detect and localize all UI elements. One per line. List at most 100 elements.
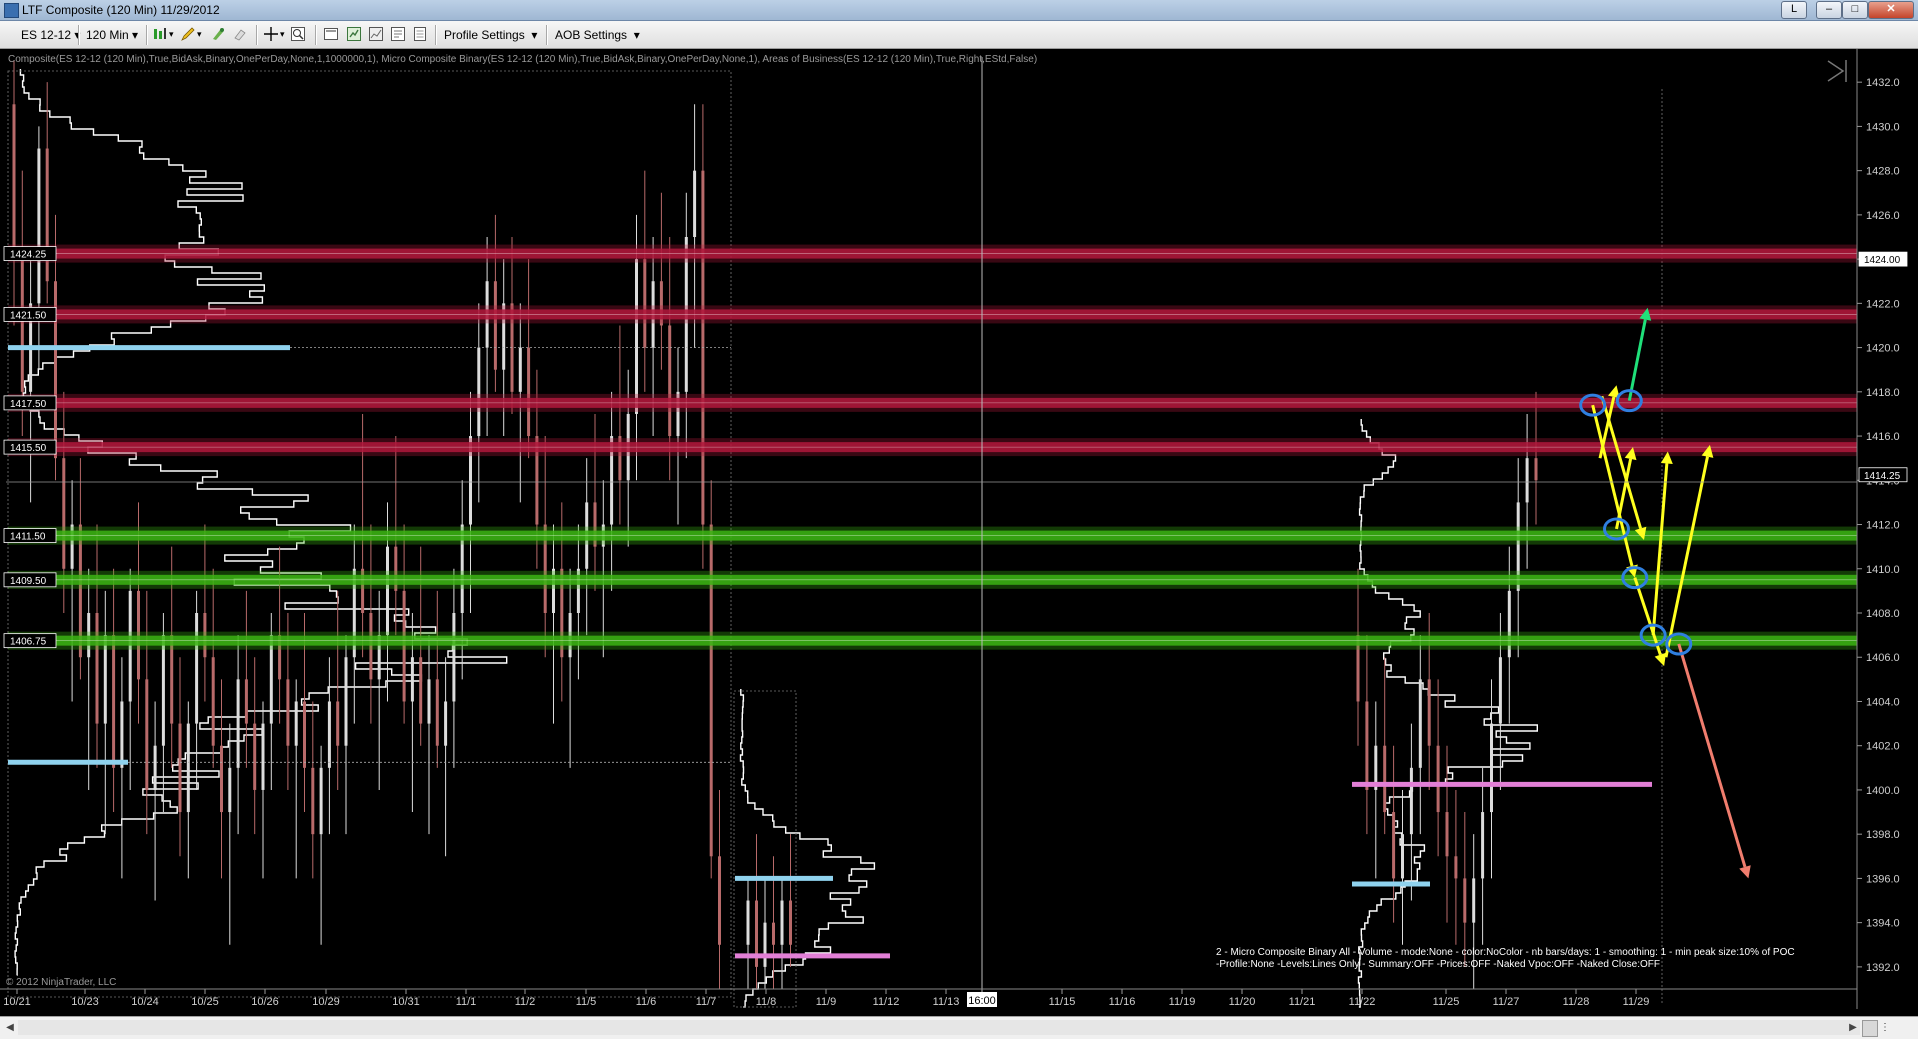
candle-body — [228, 767, 232, 813]
chevron-down-icon[interactable]: ▾ — [280, 25, 285, 44]
price-tick-label: 1418.0 — [1866, 387, 1900, 399]
profile-settings-menu[interactable]: Profile Settings ▾ — [443, 25, 538, 46]
time-tick-label: 10/24 — [131, 996, 159, 1008]
candle-body — [493, 281, 497, 370]
time-tick-label: 10/21 — [3, 996, 31, 1008]
candle-body — [344, 657, 348, 746]
candle-body — [178, 723, 182, 813]
zoom-icon[interactable] — [290, 26, 306, 42]
title-bar: LTF Composite (120 Min) 11/29/2012 L – □… — [0, 0, 1918, 21]
candle-body — [1490, 723, 1493, 813]
notes-icon[interactable] — [412, 26, 428, 42]
price-axis[interactable] — [1857, 49, 1918, 1015]
candle-body — [477, 347, 481, 437]
candle-body — [120, 701, 124, 768]
scrollbar-track[interactable] — [18, 1020, 1860, 1035]
candle-body — [772, 922, 775, 945]
candle-body — [643, 259, 647, 348]
marker-icon[interactable] — [210, 26, 226, 42]
candle-body — [780, 900, 784, 945]
price-tick-label: 1406.0 — [1866, 652, 1900, 664]
indicator-header: Composite(ES 12-12 (120 Min),True,BidAsk… — [8, 54, 1037, 65]
toolbar: ES 12-12 ▾ 120 Min ▾ ▾ ▾ ▾ Profile Setti… — [0, 21, 1918, 49]
maximize-button[interactable]: □ — [1842, 1, 1868, 19]
candle-body — [261, 723, 265, 790]
time-tick-label: 10/26 — [251, 996, 279, 1008]
draw-pencil-icon[interactable] — [180, 26, 196, 42]
candle-body — [244, 679, 248, 724]
candle-body — [319, 767, 323, 835]
price-tick-label: 1408.0 — [1866, 608, 1900, 620]
instrument-selector[interactable]: ES 12-12 ▾ — [20, 25, 81, 46]
candle-body — [410, 657, 414, 702]
crosshair-price-label: 1414.25 — [1864, 471, 1901, 482]
candle-body — [112, 635, 116, 768]
interval-label: 120 Min — [86, 28, 129, 42]
price-tick-label: 1394.0 — [1866, 918, 1900, 930]
candle-body — [746, 900, 750, 945]
time-tick-label: 10/29 — [312, 996, 340, 1008]
candle-body — [303, 701, 306, 768]
price-chart[interactable]: 1424.25 1421.50 1417.50 1415.50 1411.50 1409.… — [0, 49, 1918, 1015]
scrollbar-thumb[interactable] — [1862, 1020, 1878, 1037]
toolbar-separator — [146, 25, 148, 45]
horizontal-scrollbar[interactable]: ◀ ▶ ⋮ — [0, 1016, 1918, 1039]
price-tick-label: 1398.0 — [1866, 829, 1900, 841]
candle-body — [419, 657, 423, 724]
candle-body — [718, 856, 721, 945]
layout-button[interactable]: L — [1781, 1, 1807, 19]
time-tick-label: 11/20 — [1229, 996, 1256, 1008]
candle-body — [161, 635, 165, 746]
level-label: 1421.50 — [10, 310, 47, 321]
candle-body — [95, 613, 99, 724]
time-tick-label: 10/31 — [392, 996, 420, 1008]
last-price-label: 1424.00 — [1864, 255, 1901, 266]
price-tick-label: 1432.0 — [1866, 77, 1900, 89]
candle-body — [1472, 878, 1476, 923]
aob-settings-menu[interactable]: AOB Settings ▾ — [554, 25, 641, 46]
candle-body — [1445, 812, 1449, 857]
time-tick-label: 11/15 — [1049, 996, 1076, 1008]
close-button[interactable]: ✕ — [1868, 1, 1914, 19]
resize-grip-icon[interactable]: ⋮ — [1878, 1020, 1892, 1035]
chart-properties-icon[interactable] — [346, 26, 362, 42]
minimize-button[interactable]: – — [1816, 1, 1842, 19]
template-icon[interactable] — [390, 26, 406, 42]
candle-body — [386, 546, 389, 636]
info-line-2: -Profile:None -Levels:Lines Only - Summa… — [1216, 959, 1660, 970]
price-tick-label: 1402.0 — [1866, 741, 1900, 753]
time-tick-label: 11/16 — [1109, 996, 1136, 1008]
price-tick-label: 1400.0 — [1866, 785, 1900, 797]
candle-body — [693, 170, 697, 237]
crosshair-icon[interactable] — [263, 26, 279, 42]
data-box-icon[interactable] — [323, 26, 339, 42]
time-tick-label: 11/6 — [636, 996, 657, 1008]
scroll-right-icon[interactable]: ▶ — [1845, 1020, 1861, 1035]
bar-type-icon[interactable] — [152, 26, 168, 42]
eraser-icon[interactable] — [232, 26, 248, 42]
chevron-down-icon: ▾ — [531, 28, 538, 42]
candle-body — [336, 701, 340, 746]
price-tick-label: 1420.0 — [1866, 343, 1900, 355]
chevron-down-icon[interactable]: ▾ — [197, 25, 202, 44]
interval-selector[interactable]: 120 Min ▾ — [85, 25, 139, 46]
time-tick-label: 11/2 — [515, 996, 536, 1008]
time-tick-label: 11/25 — [1433, 996, 1460, 1008]
candle-body — [195, 613, 199, 724]
candle-body — [435, 679, 439, 746]
window-title: LTF Composite (120 Min) 11/29/2012 — [22, 3, 220, 17]
strategy-icon[interactable] — [368, 26, 384, 42]
candle-body — [12, 104, 16, 260]
time-tick-label: 11/29 — [1623, 996, 1650, 1008]
candle-body — [1383, 745, 1387, 813]
chevron-down-icon[interactable]: ▾ — [169, 25, 174, 44]
price-tick-label: 1428.0 — [1866, 166, 1900, 178]
chevron-down-icon: ▾ — [633, 28, 640, 42]
candle-body — [286, 679, 290, 746]
candle-body — [518, 347, 522, 392]
candle-body — [37, 148, 41, 304]
price-tick-label: 1396.0 — [1866, 873, 1900, 885]
candle-body — [1365, 701, 1369, 790]
scroll-left-icon[interactable]: ◀ — [2, 1020, 18, 1035]
candle-body — [789, 900, 792, 945]
